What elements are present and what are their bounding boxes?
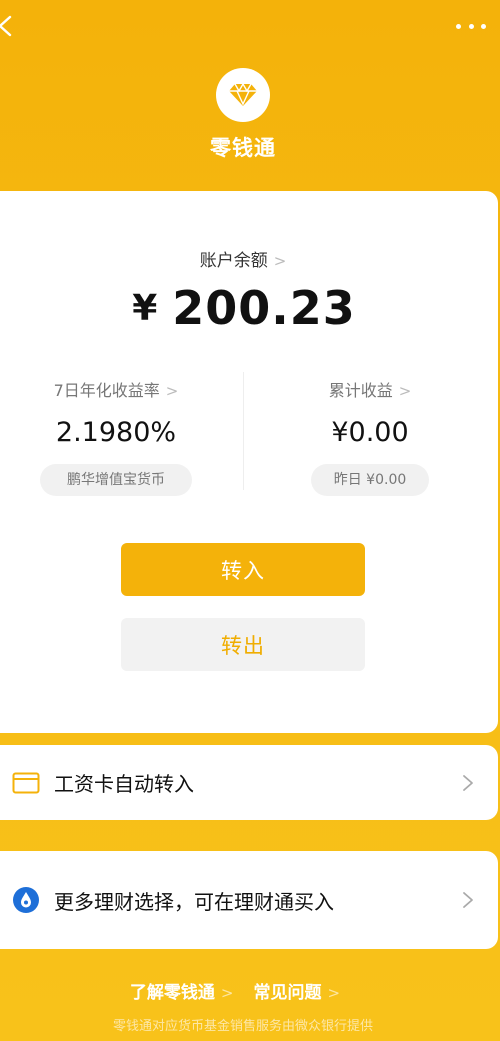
earnings-column: 累计收益 > ¥0.00 昨日 ¥0.00 — [254, 378, 486, 496]
yield-column: 7日年化收益率 > 2.1980% 鹏华增值宝货币 — [0, 378, 232, 496]
balance-number: 200.23 — [172, 281, 356, 335]
footer-disclaimer: 零钱通对应货币基金销售服务由微众银行提供 — [112, 1019, 373, 1034]
chevron-right-icon: > — [165, 382, 179, 400]
wealth-options-label: 更多理财选择，可在理财通买入 — [54, 889, 334, 914]
earnings-label: 累计收益 — [328, 381, 393, 400]
yield-value: 2.1980% — [55, 417, 177, 448]
earnings-label-link[interactable]: 累计收益 > — [254, 378, 486, 404]
card-icon — [12, 772, 40, 793]
footer-links: 了解零钱通 > 常见问题 > — [0, 978, 470, 1003]
about-link[interactable]: 了解零钱通 > — [130, 978, 234, 1003]
transfer-out-button[interactable]: 转出 — [121, 618, 365, 671]
stats-divider — [243, 372, 244, 490]
salary-auto-transfer-row[interactable]: 工资卡自动转入 — [0, 745, 498, 820]
yield-label: 7日年化收益率 — [53, 381, 160, 400]
transfer-in-button[interactable]: 转入 — [121, 543, 365, 596]
wealth-drop-icon — [13, 887, 39, 913]
about-link-label: 了解零钱通 — [129, 983, 215, 1003]
diamond-icon — [229, 82, 257, 106]
salary-auto-transfer-label: 工资卡自动转入 — [54, 772, 194, 796]
chevron-right-icon: > — [273, 252, 287, 270]
faq-link-label: 常见问题 — [253, 983, 322, 1003]
chevron-right-icon: > — [220, 984, 234, 1002]
balance-label-link[interactable]: 账户余额 > — [0, 246, 486, 271]
chevron-right-icon: > — [398, 382, 412, 400]
chevron-right-icon — [463, 892, 473, 908]
chevron-right-icon — [463, 774, 473, 791]
fund-name-badge: 鹏华增值宝货币 — [40, 464, 192, 496]
yesterday-earnings-badge: 昨日 ¥0.00 — [311, 464, 429, 496]
yield-label-link[interactable]: 7日年化收益率 > — [0, 378, 232, 404]
diamond-logo — [216, 68, 270, 122]
faq-link[interactable]: 常见问题 > — [254, 978, 341, 1003]
more-dots-icon[interactable] — [456, 22, 486, 30]
chevron-left-icon[interactable] — [0, 14, 18, 38]
earnings-value: ¥0.00 — [331, 417, 409, 448]
balance-label: 账户余额 — [199, 251, 268, 271]
chevron-right-icon: > — [327, 984, 341, 1002]
app-title: 零钱通 — [210, 136, 276, 160]
currency-symbol: ¥ — [132, 288, 159, 329]
balance-amount: ¥200.23 — [0, 281, 488, 335]
wealth-options-row[interactable]: 更多理财选择，可在理财通买入 — [0, 851, 498, 949]
